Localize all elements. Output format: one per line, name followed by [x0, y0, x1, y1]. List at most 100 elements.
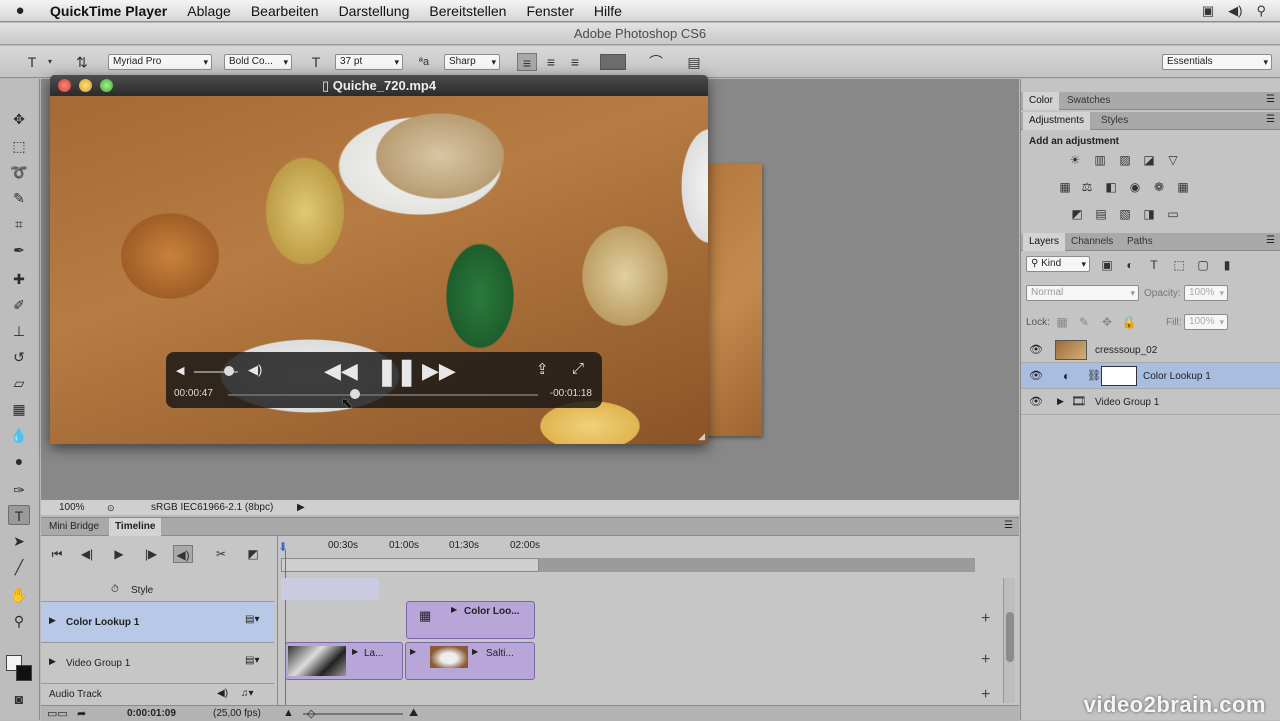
- align-left-icon[interactable]: ≡: [517, 53, 537, 71]
- filter-type-icon[interactable]: T: [1146, 258, 1162, 272]
- opacity-input[interactable]: 100%: [1184, 285, 1228, 301]
- status-arrow-icon[interactable]: ▶: [297, 500, 305, 515]
- quick-select-tool-icon[interactable]: ✎: [8, 188, 30, 208]
- play-icon[interactable]: ▶: [109, 545, 129, 563]
- zoom-out-icon[interactable]: ▲: [283, 707, 294, 719]
- color-lookup-icon[interactable]: ▦: [1175, 180, 1191, 194]
- share-icon[interactable]: ⇪: [536, 360, 549, 378]
- menu-bearbeiten[interactable]: Bearbeiten: [241, 3, 329, 19]
- color-balance-icon[interactable]: ⚖: [1079, 180, 1095, 194]
- track-video-group[interactable]: ▶ Video Group 1 ▤▾: [41, 642, 274, 682]
- zoom-button[interactable]: [100, 79, 113, 92]
- go-to-first-frame-icon[interactable]: ⏮: [47, 545, 67, 563]
- link-icon[interactable]: ⛓: [1087, 369, 1101, 382]
- tab-styles[interactable]: Styles: [1095, 112, 1134, 130]
- scrubber-track[interactable]: [228, 394, 538, 396]
- quick-mask-icon[interactable]: ◙: [8, 689, 30, 709]
- toggle-orientation-icon[interactable]: ⇅: [72, 53, 92, 71]
- menu-ablage[interactable]: Ablage: [177, 3, 241, 19]
- transition-icon[interactable]: ◩: [243, 545, 263, 563]
- line-tool-icon[interactable]: ╱: [8, 557, 30, 577]
- track-audio[interactable]: Audio Track ◀) ♫▾: [41, 683, 274, 703]
- tab-adjustments[interactable]: Adjustments: [1023, 112, 1090, 130]
- marquee-tool-icon[interactable]: ⬚: [8, 136, 30, 156]
- font-size-select[interactable]: 37 pt: [335, 54, 403, 70]
- brightness-icon[interactable]: ☀: [1067, 153, 1083, 167]
- invert-icon[interactable]: ◩: [1069, 207, 1085, 221]
- character-panel-icon[interactable]: ▤: [684, 53, 704, 71]
- mute-audio-icon[interactable]: ◀): [173, 545, 193, 563]
- fill-input[interactable]: 100%: [1184, 314, 1228, 330]
- stamp-tool-icon[interactable]: ⊥: [8, 321, 30, 341]
- zoom-slider-knob-icon[interactable]: ◇: [307, 707, 315, 720]
- display-icon[interactable]: ▣: [1202, 3, 1214, 19]
- zoom-slider[interactable]: [303, 713, 403, 715]
- font-family-select[interactable]: Myriad Pro: [108, 54, 212, 70]
- blend-mode-select[interactable]: Normal: [1026, 285, 1139, 301]
- hue-saturation-icon[interactable]: ▦: [1057, 180, 1073, 194]
- clip-video-a[interactable]: ▶ La...: [285, 642, 403, 680]
- expand-arrow-icon[interactable]: ▶: [49, 615, 56, 626]
- layer-row-video-group[interactable]: 👁 ▶ 🎞 Video Group 1: [1021, 389, 1280, 415]
- lock-transparent-icon[interactable]: ▦: [1054, 315, 1070, 329]
- convert-icon[interactable]: ➦: [77, 707, 86, 720]
- clip-arrow-icon[interactable]: ▶: [472, 647, 478, 656]
- type-tool-icon[interactable]: T: [8, 505, 30, 525]
- panel-menu-icon[interactable]: ☰: [1266, 114, 1275, 125]
- eye-icon[interactable]: 👁: [1029, 343, 1043, 357]
- playhead-icon[interactable]: ⬇: [278, 540, 288, 554]
- antialias-select[interactable]: Sharp: [444, 54, 500, 70]
- fast-forward-button[interactable]: ▶▶: [422, 358, 456, 384]
- close-button[interactable]: [58, 79, 71, 92]
- volume-high-icon[interactable]: ◀): [248, 362, 262, 378]
- filter-toggle-icon[interactable]: ▮: [1219, 258, 1235, 272]
- lock-all-icon[interactable]: 🔒: [1121, 315, 1137, 329]
- menu-hilfe[interactable]: Hilfe: [584, 3, 632, 19]
- eyedropper-tool-icon[interactable]: ✒: [8, 240, 30, 260]
- track-color-lookup[interactable]: ▶ Color Lookup 1 ▤▾: [41, 601, 274, 641]
- black-white-icon[interactable]: ◧: [1103, 180, 1119, 194]
- fullscreen-icon[interactable]: ⤢: [572, 360, 584, 377]
- volume-low-icon[interactable]: ◀: [176, 364, 184, 377]
- zoom-in-icon[interactable]: ⛰: [409, 707, 418, 720]
- align-center-icon[interactable]: ≡: [541, 53, 561, 71]
- channel-mixer-icon[interactable]: ❁: [1151, 180, 1167, 194]
- clip-color-lookup[interactable]: ▦ ▶ Color Loo...: [406, 601, 535, 639]
- curves-icon[interactable]: ▨: [1117, 153, 1133, 167]
- expand-arrow-icon[interactable]: ▶: [1057, 396, 1064, 407]
- eraser-tool-icon[interactable]: ▱: [8, 373, 30, 393]
- gradient-tool-icon[interactable]: ▦: [8, 399, 30, 419]
- hand-tool-icon[interactable]: ✋: [8, 585, 30, 605]
- crop-tool-icon[interactable]: ⌗: [8, 214, 30, 234]
- add-media-button[interactable]: +: [981, 686, 990, 704]
- lock-pixels-icon[interactable]: ✎: [1076, 315, 1092, 329]
- background-color-swatch[interactable]: [16, 665, 32, 681]
- lasso-tool-icon[interactable]: ➰: [8, 162, 30, 182]
- lock-position-icon[interactable]: ✥: [1099, 315, 1115, 329]
- scrollbar-thumb[interactable]: [1006, 612, 1014, 662]
- brush-tool-icon[interactable]: ✐: [8, 295, 30, 315]
- levels-icon[interactable]: ▥: [1092, 153, 1108, 167]
- dodge-tool-icon[interactable]: ●: [8, 451, 30, 471]
- text-color-swatch[interactable]: [600, 54, 626, 70]
- tool-preset-dropdown-icon[interactable]: ▾: [40, 53, 60, 71]
- tab-mini-bridge[interactable]: Mini Bridge: [43, 518, 105, 536]
- align-right-icon[interactable]: ≡: [565, 53, 585, 71]
- menu-bereitstellen[interactable]: Bereitstellen: [419, 3, 516, 19]
- volume-knob[interactable]: [224, 366, 234, 376]
- tab-channels[interactable]: Channels: [1065, 233, 1119, 251]
- filter-shape-icon[interactable]: ⬚: [1171, 258, 1187, 272]
- timeline-scrollbar[interactable]: [1003, 578, 1015, 703]
- zoom-level[interactable]: 100%: [59, 500, 85, 515]
- workspace-select[interactable]: Essentials: [1162, 54, 1272, 70]
- healing-tool-icon[interactable]: ✚: [8, 269, 30, 289]
- expand-arrow-icon[interactable]: ▶: [49, 656, 56, 667]
- resize-grip-icon[interactable]: ◢: [698, 431, 705, 442]
- split-playhead-icon[interactable]: ✂: [211, 545, 231, 563]
- stopwatch-icon[interactable]: ⏱: [111, 584, 119, 595]
- filter-smart-icon[interactable]: ▢: [1195, 258, 1211, 272]
- clip-arrow-icon[interactable]: ▶: [410, 647, 416, 656]
- selective-color-icon[interactable]: ◨: [1141, 207, 1157, 221]
- audio-volume-icon[interactable]: ◀): [217, 688, 228, 699]
- work-area-range[interactable]: [281, 558, 539, 572]
